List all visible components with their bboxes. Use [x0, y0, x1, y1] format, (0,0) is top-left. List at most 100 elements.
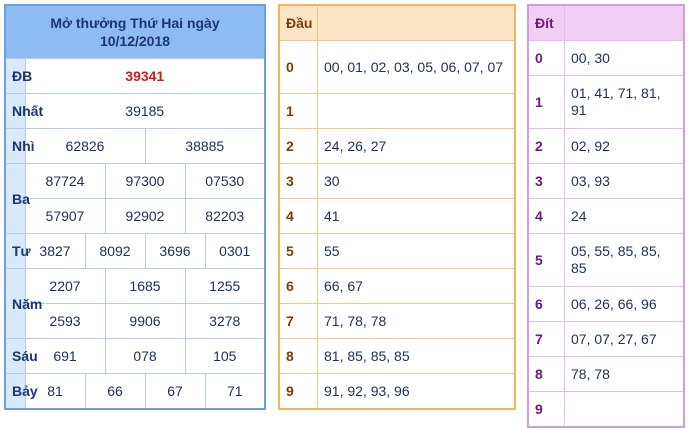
dau-header: Đầu — [278, 4, 318, 41]
dit-header-blank — [564, 4, 685, 41]
dit-row: 4 24 — [527, 198, 685, 234]
dau-row: 6 66, 67 — [278, 268, 516, 304]
dau-key: 0 — [278, 40, 318, 94]
prize-value: 62826 — [24, 128, 146, 164]
dit-value: 01, 41, 71, 81, 91 — [564, 75, 685, 129]
prize-row-sau: Sáu 691 078 105 — [4, 338, 266, 374]
dau-key: 4 — [278, 198, 318, 234]
prize-value: 67 — [144, 373, 206, 410]
dau-row: 3 30 — [278, 163, 516, 199]
dit-value: 00, 30 — [564, 40, 685, 76]
prize-label-ba: Ba — [4, 163, 30, 234]
dit-key: 9 — [527, 391, 565, 428]
dit-key: 1 — [527, 75, 565, 129]
dau-row: 7 71, 78, 78 — [278, 303, 516, 339]
results-header: Mở thưởng Thứ Hai ngày 10/12/2018 — [4, 4, 266, 59]
dau-value: 81, 85, 85, 85 — [317, 338, 516, 374]
prize-label-sau: Sáu — [4, 338, 38, 374]
dau-key: 3 — [278, 163, 318, 199]
prize-label-nhi: Nhì — [4, 128, 35, 164]
prize-value: 87724 — [24, 163, 106, 199]
prize-value: 105 — [184, 338, 266, 374]
dit-row: 1 01, 41, 71, 81, 91 — [527, 75, 685, 129]
prize-row-nhi: Nhì 62826 38885 — [4, 128, 266, 164]
dau-value: 00, 01, 02, 03, 05, 06, 07, 07 — [317, 40, 516, 94]
prize-value: 1255 — [184, 268, 266, 304]
dau-row: 2 24, 26, 27 — [278, 128, 516, 164]
prize-value: 1685 — [104, 268, 186, 304]
results-title: Mở thưởng Thứ Hai ngày — [50, 15, 220, 31]
dau-table: Đầu 0 00, 01, 02, 03, 05, 06, 07, 07 1 2… — [278, 4, 516, 410]
dau-row: 8 81, 85, 85, 85 — [278, 338, 516, 374]
prize-value: 07530 — [184, 163, 266, 199]
dit-key: 4 — [527, 198, 565, 234]
prize-row-nam-2: 2593 9906 3278 — [5, 303, 266, 339]
dau-value: 24, 26, 27 — [317, 128, 516, 164]
prize-row-db: ĐB 39341 — [4, 58, 266, 94]
dit-key: 2 — [527, 128, 565, 164]
dit-value: 05, 55, 85, 85, 85 — [564, 233, 685, 287]
dit-row: 6 06, 26, 66, 96 — [527, 286, 685, 322]
prize-value: 82203 — [184, 198, 266, 234]
prize-value-nhat: 39185 — [24, 93, 266, 129]
dau-key: 1 — [278, 93, 318, 129]
dit-table: Đít 0 00, 30 1 01, 41, 71, 81, 91 2 02, … — [527, 4, 685, 428]
dau-value: 55 — [317, 233, 516, 269]
dau-header-row: Đầu — [278, 4, 516, 41]
dau-key: 5 — [278, 233, 318, 269]
dau-value: 30 — [317, 163, 516, 199]
prize-label-tu: Tư — [4, 233, 31, 269]
results-table: Mở thưởng Thứ Hai ngày 10/12/2018 ĐB 393… — [4, 4, 266, 410]
dit-row: 7 07, 07, 27, 67 — [527, 321, 685, 357]
prize-value: 57907 — [24, 198, 106, 234]
results-date: 10/12/2018 — [99, 33, 171, 49]
prize-value: 92902 — [104, 198, 186, 234]
prize-value: 71 — [204, 373, 266, 410]
prize-label-nam: Năm — [4, 268, 42, 339]
dau-key: 9 — [278, 373, 318, 410]
dau-value: 41 — [317, 198, 516, 234]
prize-value-db: 39341 — [24, 58, 266, 94]
prize-label-db: ĐB — [4, 58, 32, 94]
dit-key: 8 — [527, 356, 565, 392]
dau-value — [317, 93, 516, 129]
prize-row-nam: Năm 2207 1685 1255 — [4, 268, 266, 339]
prize-value: 3827 — [24, 233, 86, 269]
dit-header: Đít — [527, 4, 565, 41]
dit-value: 03, 93 — [564, 163, 685, 199]
dau-key: 6 — [278, 268, 318, 304]
dit-value: 02, 92 — [564, 128, 685, 164]
dau-row: 5 55 — [278, 233, 516, 269]
dit-row: 2 02, 92 — [527, 128, 685, 164]
dau-key: 2 — [278, 128, 318, 164]
prize-label-nhat: Nhất — [4, 93, 43, 129]
prize-value: 38885 — [144, 128, 266, 164]
prize-value: 8092 — [84, 233, 146, 269]
dau-row: 0 00, 01, 02, 03, 05, 06, 07, 07 — [278, 40, 516, 94]
dau-header-blank — [317, 4, 516, 41]
dit-row: 5 05, 55, 85, 85, 85 — [527, 233, 685, 287]
dau-row: 4 41 — [278, 198, 516, 234]
dau-value: 91, 92, 93, 96 — [317, 373, 516, 410]
dit-value: 78, 78 — [564, 356, 685, 392]
dit-value: 07, 07, 27, 67 — [564, 321, 685, 357]
dit-row: 9 — [527, 391, 685, 428]
dit-value: 24 — [564, 198, 685, 234]
dit-key: 7 — [527, 321, 565, 357]
dit-key: 3 — [527, 163, 565, 199]
dit-value: 06, 26, 66, 96 — [564, 286, 685, 322]
dau-row: 9 91, 92, 93, 96 — [278, 373, 516, 410]
prize-value: 66 — [84, 373, 146, 410]
dau-key: 8 — [278, 338, 318, 374]
dit-row: 0 00, 30 — [527, 40, 685, 76]
dau-row: 1 — [278, 93, 516, 129]
dau-value: 71, 78, 78 — [317, 303, 516, 339]
dit-value — [564, 391, 685, 428]
prize-row-ba: Ba 87724 97300 07530 — [4, 163, 266, 234]
prize-row-bay: Bảy 81 66 67 71 — [4, 373, 266, 410]
dit-key: 6 — [527, 286, 565, 322]
prize-value: 078 — [104, 338, 186, 374]
prize-label-bay: Bảy — [4, 373, 38, 410]
prize-value: 9906 — [104, 303, 186, 339]
prize-row-tu: Tư 3827 8092 3696 0301 — [4, 233, 266, 269]
